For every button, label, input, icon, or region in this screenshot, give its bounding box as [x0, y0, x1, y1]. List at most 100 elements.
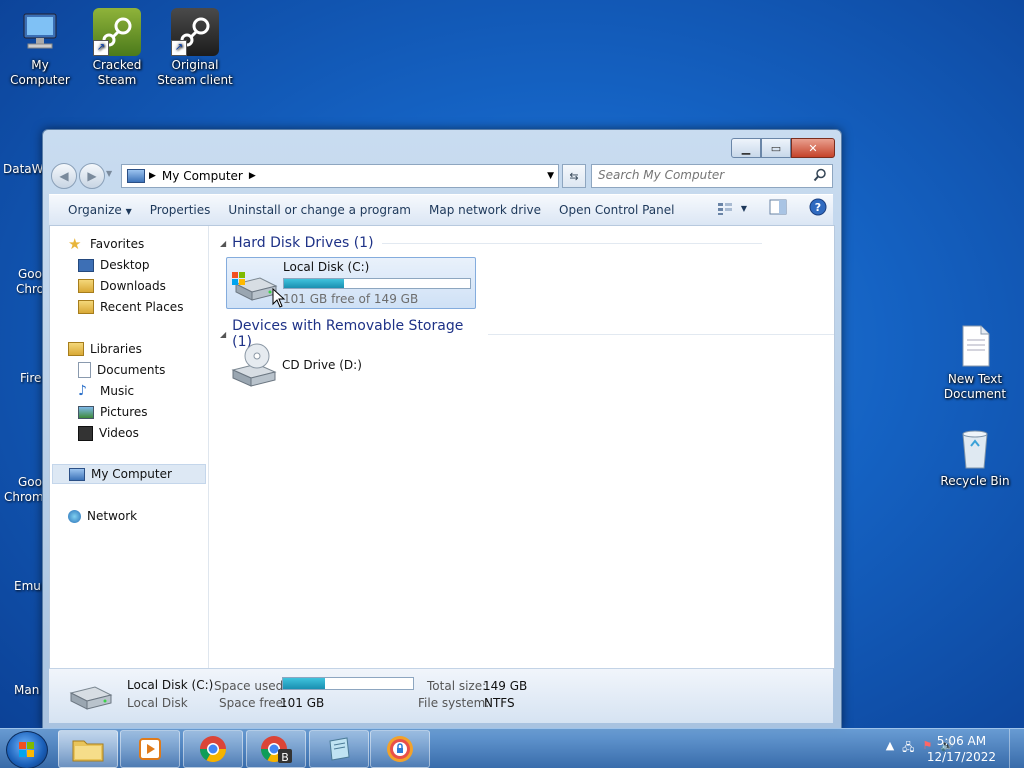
- group-divider: [488, 333, 834, 335]
- nav-libraries[interactable]: Libraries: [68, 339, 142, 359]
- svg-text:?: ?: [815, 201, 821, 214]
- clock[interactable]: 5:06 AM 12/17/2022: [927, 733, 996, 765]
- details-space-used-label: Space used:: [214, 679, 288, 693]
- desktop-icon-new-text-document[interactable]: New Text Document: [935, 322, 1015, 402]
- steam-icon: ↗: [171, 8, 219, 56]
- nav-music[interactable]: ♪ Music: [78, 381, 134, 401]
- group-divider: [381, 242, 762, 244]
- show-desktop-button[interactable]: [1009, 729, 1024, 768]
- help-icon: ?: [809, 198, 827, 216]
- text-document-icon: [951, 322, 999, 370]
- nav-label: Recent Places: [100, 300, 184, 314]
- address-dropdown-icon[interactable]: ▼: [547, 171, 554, 181]
- nav-pictures[interactable]: Pictures: [78, 402, 148, 422]
- chevron-down-icon: ▼: [125, 207, 132, 216]
- folder-icon: [72, 740, 104, 762]
- partial-desktop-label[interactable]: Emul: [14, 579, 44, 593]
- taskbar-chrome-button[interactable]: [183, 730, 243, 768]
- forward-button[interactable]: ▶: [79, 163, 105, 189]
- breadcrumb-separator-icon[interactable]: ▶: [249, 171, 256, 181]
- hard-drive-icon: [69, 686, 113, 710]
- nav-label: Downloads: [100, 279, 166, 293]
- details-pane: Local Disk (C:) Local Disk Space used: S…: [49, 668, 833, 723]
- drive-name: Local Disk (C:): [283, 260, 370, 274]
- steam-icon: ↗: [93, 8, 141, 56]
- preview-pane-button[interactable]: [769, 199, 787, 218]
- details-space-free-value: 101 GB: [280, 696, 325, 710]
- taskbar-notepad-button[interactable]: [309, 730, 369, 768]
- show-hidden-icons-button[interactable]: ▲: [886, 739, 894, 758]
- maximize-button[interactable]: ▭: [761, 138, 791, 158]
- desktop-icon-original-steam[interactable]: ↗ Original Steam client: [155, 8, 235, 88]
- details-usage-bar: [282, 677, 414, 690]
- mouse-cursor-icon: [272, 288, 286, 308]
- uninstall-program-button[interactable]: Uninstall or change a program: [219, 198, 420, 222]
- partial-desktop-label[interactable]: Man: [14, 683, 39, 697]
- details-total-size-value: 149 GB: [483, 679, 528, 693]
- start-button[interactable]: [6, 731, 48, 768]
- computer-icon: [69, 467, 85, 481]
- window-controls: ▁ ▭ ✕: [731, 138, 835, 158]
- nav-desktop[interactable]: Desktop: [78, 255, 150, 275]
- partial-desktop-label[interactable]: Chrom: [4, 490, 44, 504]
- taskbar-vpn-button[interactable]: [370, 730, 430, 768]
- explorer-window: ▁ ▭ ✕ ◀ ▶ ▼ ▶ My Computer ▶ ▼ ⇆ Organize…: [42, 129, 842, 729]
- notepad-icon: [329, 737, 350, 761]
- drive-tile-local-disk-c[interactable]: Local Disk (C:) 101 GB free of 149 GB: [226, 257, 476, 309]
- nav-network[interactable]: Network: [68, 506, 137, 526]
- refresh-button[interactable]: ⇆: [562, 164, 586, 188]
- taskbar-explorer-button[interactable]: [58, 730, 118, 768]
- organize-menu[interactable]: Organize ▼: [59, 198, 141, 222]
- computer-icon: [16, 8, 64, 56]
- details-drive-name: Local Disk (C:): [127, 678, 214, 692]
- nav-documents[interactable]: Documents: [78, 360, 165, 380]
- view-options-button[interactable]: ▼: [717, 202, 747, 216]
- open-control-panel-button[interactable]: Open Control Panel: [550, 198, 683, 222]
- desktop-icon-recycle-bin[interactable]: Recycle Bin: [935, 424, 1015, 489]
- search-icon[interactable]: [813, 168, 827, 182]
- network-icon: [68, 509, 81, 523]
- desktop-icon-label: Recycle Bin: [940, 474, 1010, 488]
- downloads-folder-icon: [78, 279, 94, 293]
- close-button[interactable]: ✕: [791, 138, 835, 158]
- nav-downloads[interactable]: Downloads: [78, 276, 166, 296]
- partial-desktop-label[interactable]: Goo: [18, 267, 42, 281]
- command-bar: Organize ▼ Properties Uninstall or chang…: [49, 194, 833, 226]
- partial-desktop-label[interactable]: Goo: [18, 475, 42, 489]
- group-header-hard-disk-drives[interactable]: ◢ Hard Disk Drives (1): [220, 235, 762, 251]
- desktop-icon-label: My Computer: [10, 58, 70, 87]
- minimize-icon: ▁: [741, 141, 751, 155]
- drive-name: CD Drive (D:): [282, 358, 362, 372]
- nav-label: My Computer: [91, 467, 172, 481]
- nav-favorites[interactable]: ★ Favorites: [68, 234, 144, 254]
- nav-label: Libraries: [90, 342, 142, 356]
- breadcrumb-separator-icon: ▶: [149, 171, 156, 181]
- star-icon: ★: [68, 235, 82, 253]
- breadcrumb-my-computer[interactable]: My Computer: [162, 169, 243, 183]
- search-box[interactable]: [591, 164, 833, 188]
- desktop-icon-label: Cracked Steam: [92, 58, 142, 87]
- nav-label: Videos: [99, 426, 139, 440]
- desktop-icon-cracked-steam[interactable]: ↗ Cracked Steam: [77, 8, 157, 88]
- address-bar[interactable]: ▶ My Computer ▶ ▼: [121, 164, 559, 188]
- drive-usage-fill: [284, 279, 344, 288]
- properties-button[interactable]: Properties: [141, 198, 220, 222]
- network-tray-icon[interactable]: 🖧: [902, 739, 914, 758]
- map-network-drive-button[interactable]: Map network drive: [420, 198, 550, 222]
- minimize-button[interactable]: ▁: [731, 138, 761, 158]
- taskbar-chrome-beta-button[interactable]: B: [246, 730, 306, 768]
- nav-my-computer[interactable]: My Computer: [52, 464, 206, 484]
- help-button[interactable]: ?: [809, 198, 827, 219]
- drive-tile-cd-drive-d[interactable]: CD Drive (D:): [226, 340, 474, 390]
- search-input[interactable]: [592, 165, 809, 185]
- nav-videos[interactable]: Videos: [78, 423, 139, 443]
- back-button[interactable]: ◀: [51, 163, 77, 189]
- partial-desktop-label[interactable]: Chro: [16, 282, 44, 296]
- partial-desktop-label[interactable]: Fire: [20, 371, 41, 385]
- taskbar-media-player-button[interactable]: [120, 730, 180, 768]
- desktop-icon-my-computer[interactable]: My Computer: [0, 8, 80, 88]
- navigation-pane: ★ Favorites Desktop Downloads Recent Pla…: [50, 226, 209, 668]
- content-area: ★ Favorites Desktop Downloads Recent Pla…: [49, 225, 835, 669]
- nav-recent-places[interactable]: Recent Places: [78, 297, 183, 317]
- recent-pages-dropdown[interactable]: ▼: [106, 169, 112, 178]
